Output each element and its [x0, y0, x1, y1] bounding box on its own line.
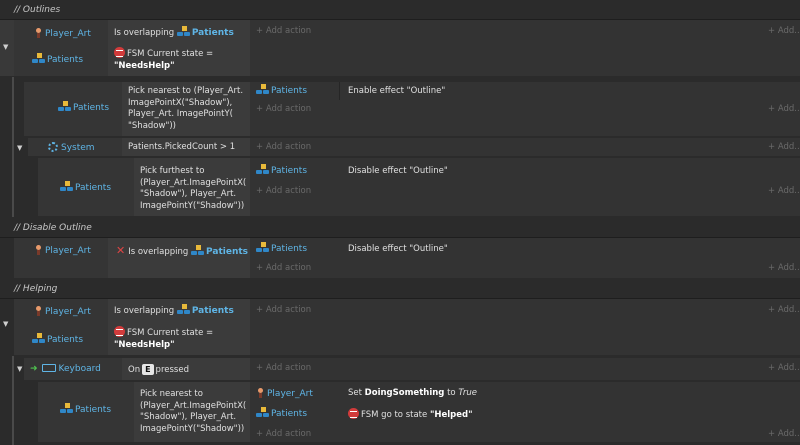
add-action-link[interactable]: + Add action	[256, 363, 311, 373]
add-action-link[interactable]: + Add action	[256, 186, 311, 196]
fsm-icon	[348, 408, 359, 419]
collapse-caret-icon[interactable]: ▼	[3, 320, 8, 328]
keyboard-icon	[41, 364, 56, 372]
add-action-link[interactable]: + Add action	[256, 26, 311, 36]
sprite-icon	[36, 28, 41, 38]
event-3-1-action-col	[250, 358, 800, 380]
collapse-caret-icon[interactable]: ▼	[3, 43, 8, 51]
object-patients[interactable]: Patients	[60, 181, 111, 193]
event-2-object-col	[14, 238, 108, 278]
sprite-icon	[258, 388, 263, 398]
comment-outlines[interactable]: // Outlines	[0, 0, 800, 20]
add-action-short[interactable]: + Add...	[768, 429, 800, 439]
action-object-patients[interactable]: Patients	[256, 164, 307, 176]
fsm-icon	[114, 326, 125, 337]
gear-icon	[48, 142, 58, 152]
condition-pick-nearest[interactable]: Pick nearest to (Player_Art.ImagePointX(…	[140, 389, 248, 435]
comment-helping[interactable]: // Helping	[0, 279, 800, 299]
add-action-link[interactable]: + Add action	[256, 305, 311, 315]
object-patients[interactable]: Patients	[60, 403, 111, 415]
object-player-art[interactable]: Player_Art	[36, 306, 91, 317]
sub-event-indent	[12, 77, 14, 217]
action-disable-outline[interactable]: Disable effect "Outline"	[348, 244, 448, 255]
family-icon	[256, 84, 269, 94]
object-system[interactable]: System	[48, 142, 95, 153]
object-player-art[interactable]: Player_Art	[36, 28, 91, 39]
family-icon	[60, 403, 73, 413]
add-action-short[interactable]: + Add...	[768, 363, 800, 373]
condition-not-overlapping[interactable]: ✕ Is overlapping Patients	[116, 245, 248, 259]
action-fsm-go-to[interactable]: FSM go to state "Helped"	[348, 408, 473, 421]
object-keyboard[interactable]: ➜ Keyboard	[30, 364, 101, 374]
condition-pick-furthest[interactable]: Pick furthest to (Player_Art.ImagePointX…	[140, 166, 248, 212]
action-object-patients[interactable]: Patients	[256, 84, 307, 96]
condition-fsm-state[interactable]: FSM Current state = "NeedsHelp"	[114, 47, 213, 72]
event-3-1-1-action-col	[250, 382, 800, 442]
comment-disable-outline[interactable]: // Disable Outline	[0, 218, 800, 238]
event-3-action-col	[250, 299, 800, 355]
action-enable-outline[interactable]: Enable effect "Outline"	[348, 86, 445, 97]
action-set-variable[interactable]: Set DoingSomething to True	[348, 388, 477, 399]
action-divider	[339, 82, 340, 100]
family-icon	[32, 53, 45, 63]
event-1-action-col	[250, 20, 800, 76]
condition-fsm-state[interactable]: FSM Current state = "NeedsHelp"	[114, 326, 213, 351]
object-patients[interactable]: Patients	[32, 333, 83, 345]
family-icon	[58, 101, 71, 111]
fsm-icon	[114, 47, 125, 58]
condition-is-overlapping[interactable]: Is overlapping Patients	[114, 26, 234, 40]
add-action-short[interactable]: + Add...	[768, 26, 800, 36]
family-icon	[256, 407, 269, 417]
add-action-short[interactable]: + Add...	[768, 142, 800, 152]
add-action-short[interactable]: + Add...	[768, 186, 800, 196]
action-object-patients[interactable]: Patients	[256, 407, 307, 419]
add-action-link[interactable]: + Add action	[256, 142, 311, 152]
condition-is-overlapping[interactable]: Is overlapping Patients	[114, 304, 234, 318]
condition-pick-nearest[interactable]: Pick nearest to (Player_Art. ImagePointX…	[128, 86, 246, 132]
add-action-link[interactable]: + Add action	[256, 429, 311, 439]
collapse-caret-icon[interactable]: ▼	[17, 144, 22, 152]
object-patients[interactable]: Patients	[32, 53, 83, 65]
action-disable-outline[interactable]: Disable effect "Outline"	[348, 166, 448, 177]
add-action-link[interactable]: + Add action	[256, 104, 311, 114]
collapse-caret-icon[interactable]: ▼	[17, 365, 22, 373]
trigger-arrow-icon: ➜	[30, 364, 38, 374]
family-icon	[60, 181, 73, 191]
sub-event-indent	[12, 356, 14, 445]
invert-x-icon: ✕	[116, 244, 126, 257]
family-icon	[191, 245, 205, 255]
event-2-action-col	[250, 238, 800, 278]
sprite-icon	[36, 306, 41, 316]
action-object-player-art[interactable]: Player_Art	[258, 388, 313, 399]
event-1-2-action-col	[250, 138, 800, 156]
sprite-icon	[36, 245, 41, 255]
family-icon	[256, 164, 269, 174]
event-1-1-action-col	[250, 82, 800, 136]
event-1-2-1-action-col	[250, 158, 800, 216]
object-player-art[interactable]: Player_Art	[36, 245, 91, 256]
family-icon	[256, 242, 269, 252]
family-icon	[176, 304, 190, 314]
add-action-short[interactable]: + Add...	[768, 305, 800, 315]
family-icon	[32, 333, 45, 343]
condition-picked-count[interactable]: Patients.PickedCount > 1	[128, 142, 235, 154]
family-icon	[176, 26, 190, 36]
key-e-badge: E	[142, 364, 154, 375]
add-action-link[interactable]: + Add action	[256, 263, 311, 273]
condition-key-pressed[interactable]: On Epressed	[128, 364, 189, 377]
add-action-short[interactable]: + Add...	[768, 263, 800, 273]
action-object-patients[interactable]: Patients	[256, 242, 307, 254]
object-patients[interactable]: Patients	[58, 101, 109, 113]
add-action-short[interactable]: + Add...	[768, 104, 800, 114]
